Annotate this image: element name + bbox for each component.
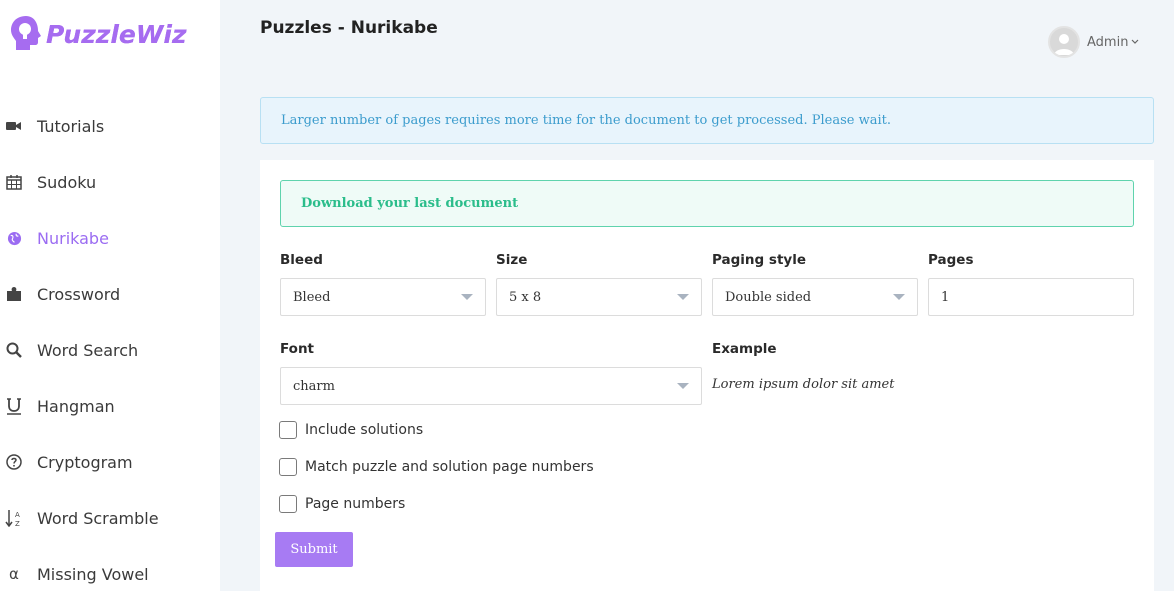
bleed-label: Bleed [280,252,323,268]
sidebar-item-word-scramble[interactable]: AZ Word Scramble [0,490,220,546]
download-last-document-alert[interactable]: Download your last document [280,180,1134,227]
question-circle-icon [5,453,23,471]
match-page-numbers-checkbox[interactable] [279,458,297,476]
sidebar: PuzzleWiz Tutorials Sudoku Nurikabe Cros… [0,0,220,591]
caret-down-icon [677,294,689,300]
sidebar-item-cryptogram[interactable]: Cryptogram [0,434,220,490]
match-page-numbers-checkbox-row[interactable]: Match puzzle and solution page numbers [279,458,594,476]
pages-input[interactable] [928,278,1134,316]
submit-button[interactable]: Submit [275,532,353,567]
user-name: Admin [1087,34,1129,50]
sidebar-item-nurikabe[interactable]: Nurikabe [0,210,220,266]
user-menu[interactable]: Admin [1048,26,1139,58]
bleed-select[interactable]: Bleed [280,278,486,316]
sidebar-item-hangman[interactable]: Hangman [0,378,220,434]
paging-style-select-value: Double sided [725,289,812,305]
puzzle-form-card: Download your last document Bleed Bleed … [260,160,1154,591]
sidebar-item-label: Word Search [37,340,139,360]
sidebar-item-missing-vowel[interactable]: α Missing Vowel [0,546,220,591]
video-camera-icon [5,117,23,135]
underline-icon [5,397,23,415]
font-example-text: Lorem ipsum dolor sit amet [712,377,895,392]
paging-style-select[interactable]: Double sided [712,278,918,316]
sidebar-item-label: Cryptogram [37,452,133,472]
font-label: Font [280,341,315,357]
font-select-value: charm [293,378,335,394]
sidebar-item-label: Nurikabe [37,228,109,248]
include-solutions-checkbox[interactable] [279,421,297,439]
page-numbers-label[interactable]: Page numbers [305,496,405,512]
avatar [1048,26,1080,58]
sort-alpha-icon: AZ [5,509,23,527]
pages-label: Pages [928,252,974,268]
search-icon [5,341,23,359]
caret-down-icon [461,294,473,300]
sidebar-item-label: Crossword [37,284,121,304]
globe-icon [5,229,23,247]
sidebar-item-word-search[interactable]: Word Search [0,322,220,378]
page-numbers-checkbox[interactable] [279,495,297,513]
download-last-document-link[interactable]: Download your last document [301,196,518,211]
font-select[interactable]: charm [280,367,702,405]
alpha-icon: α [9,565,19,583]
include-solutions-checkbox-row[interactable]: Include solutions [279,421,423,439]
logo[interactable]: PuzzleWiz [8,10,187,58]
chevron-down-icon [1131,37,1139,48]
svg-text:A: A [15,511,20,519]
match-page-numbers-label[interactable]: Match puzzle and solution page numbers [305,459,594,475]
calendar-icon [5,173,23,191]
paging-style-label: Paging style [712,252,806,268]
info-alert: Larger number of pages requires more tim… [260,97,1154,144]
lightbulb-head-icon [11,16,41,50]
caret-down-icon [677,383,689,389]
caret-down-icon [893,294,905,300]
sidebar-item-label: Hangman [37,396,115,416]
size-label: Size [496,252,528,268]
page-title: Puzzles - Nurikabe [260,18,438,38]
sidebar-item-label: Tutorials [37,116,105,136]
sidebar-item-label: Missing Vowel [37,564,149,584]
puzzle-piece-icon [5,285,23,303]
sidebar-nav: Tutorials Sudoku Nurikabe Crossword Word… [0,98,220,591]
page-numbers-checkbox-row[interactable]: Page numbers [279,495,405,513]
size-select-value: 5 x 8 [509,289,542,305]
info-alert-text: Larger number of pages requires more tim… [281,113,891,128]
sidebar-item-label: Word Scramble [37,508,159,528]
sidebar-item-tutorials[interactable]: Tutorials [0,98,220,154]
sidebar-item-label: Sudoku [37,172,97,192]
svg-text:Z: Z [15,520,20,527]
example-label: Example [712,341,777,357]
include-solutions-label[interactable]: Include solutions [305,422,423,438]
sidebar-item-sudoku[interactable]: Sudoku [0,154,220,210]
bleed-select-value: Bleed [293,289,331,305]
logo-text: PuzzleWiz [46,19,187,49]
sidebar-item-crossword[interactable]: Crossword [0,266,220,322]
size-select[interactable]: 5 x 8 [496,278,702,316]
